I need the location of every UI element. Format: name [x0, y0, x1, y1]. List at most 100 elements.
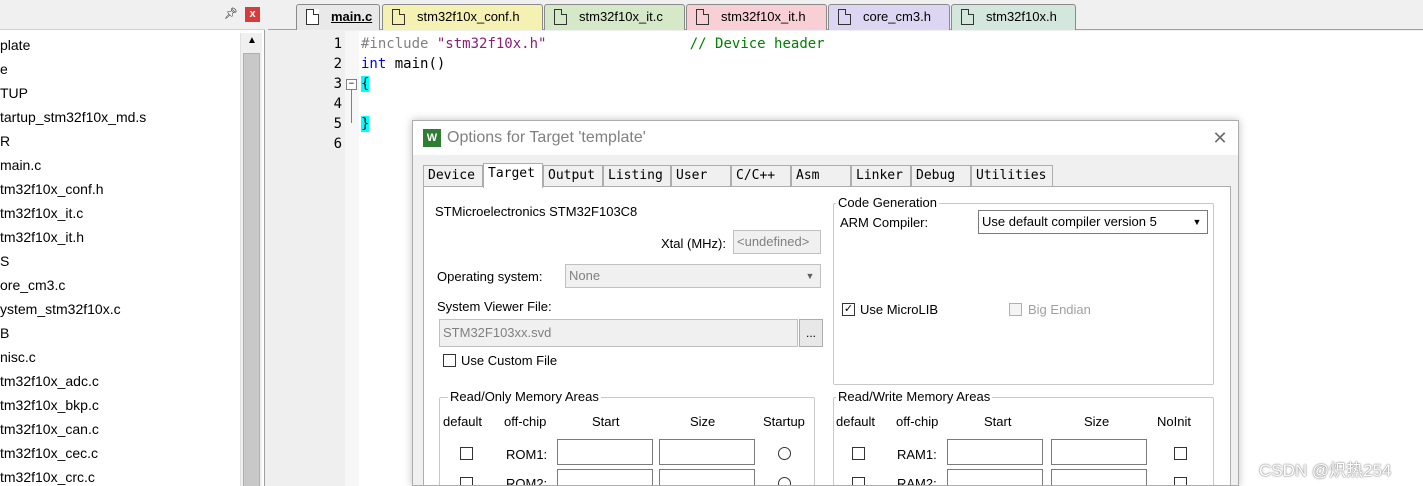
code-text: main(): [394, 56, 446, 72]
tree-item[interactable]: tm32f10x_it.c: [0, 202, 83, 224]
tab-output[interactable]: Output: [543, 165, 603, 187]
tree-item[interactable]: tm32f10x_crc.c: [0, 466, 95, 486]
chevron-down-icon: ▼: [805, 271, 815, 281]
tree-item[interactable]: e: [0, 58, 8, 80]
file-icon: [554, 9, 567, 25]
ram1-default-checkbox[interactable]: [852, 447, 865, 460]
ram1-size-input[interactable]: [1051, 439, 1147, 465]
tab-c-cpp[interactable]: C/C++: [731, 165, 791, 187]
project-panel-header: 📌︎ x: [0, 0, 265, 30]
rom1-startup-radio[interactable]: [778, 447, 791, 460]
tab-label: main.c: [331, 9, 373, 24]
custom-file-checkbox[interactable]: [443, 354, 456, 367]
svd-file-input[interactable]: STM32F103xx.svd: [439, 319, 798, 347]
column-header: Start: [592, 414, 620, 429]
tab-stm32f10x-h[interactable]: stm32f10x.h: [951, 4, 1076, 30]
rw-memory-group: Read/Write Memory Areas default off-chip…: [833, 389, 1214, 485]
tree-item[interactable]: nisc.c: [0, 346, 36, 368]
options-dialog: W Options for Target 'template' ✕ Device…: [412, 120, 1239, 486]
tab-asm[interactable]: Asm: [791, 165, 851, 187]
tab-target[interactable]: Target: [483, 163, 543, 188]
column-header: NoInit: [1157, 414, 1191, 429]
tree-item[interactable]: R: [0, 130, 10, 152]
tab-stm32f10x-conf-h[interactable]: stm32f10x_conf.h: [382, 4, 543, 30]
xtal-input[interactable]: <undefined>: [733, 230, 821, 254]
tab-stm32f10x-it-h[interactable]: stm32f10x_it.h: [686, 4, 827, 30]
tree-item[interactable]: B: [0, 322, 9, 344]
fold-guide-line: [351, 90, 352, 123]
rom2-start-input[interactable]: [557, 469, 653, 485]
tree-item[interactable]: tm32f10x_adc.c: [0, 370, 99, 392]
dialog-tab-strip: Device Target Output Listing User C/C++ …: [423, 163, 1233, 188]
target-tab-panel: STMicroelectronics STM32F103C8 Xtal (MHz…: [423, 186, 1231, 485]
fold-collapse-icon[interactable]: −: [346, 79, 357, 90]
tab-stm32f10x-it-c[interactable]: stm32f10x_it.c: [544, 4, 685, 30]
xtal-label: Xtal (MHz):: [661, 236, 726, 251]
file-icon: [392, 9, 405, 25]
ram2-start-input[interactable]: [947, 469, 1043, 485]
tree-item[interactable]: tm32f10x_it.h: [0, 226, 84, 248]
rom2-default-checkbox[interactable]: [460, 477, 473, 485]
tree-item[interactable]: tm32f10x_conf.h: [0, 178, 104, 200]
tab-utilities[interactable]: Utilities: [971, 165, 1053, 187]
rom2-startup-radio[interactable]: [778, 477, 791, 485]
rom1-default-checkbox[interactable]: [460, 447, 473, 460]
scroll-up-arrow-icon[interactable]: ▲: [243, 33, 261, 49]
arm-compiler-select[interactable]: Use default compiler version 5 ▼: [978, 210, 1208, 234]
ram2-default-checkbox[interactable]: [852, 477, 865, 485]
dialog-title: Options for Target 'template': [447, 129, 646, 146]
tree-item[interactable]: tartup_stm32f10x_md.s: [0, 106, 146, 128]
tree-item[interactable]: tm32f10x_cec.c: [0, 442, 98, 464]
os-label: Operating system:: [437, 269, 543, 284]
column-header: Start: [984, 414, 1012, 429]
file-icon: [961, 9, 974, 25]
pin-icon[interactable]: 📌︎: [224, 7, 238, 21]
tree-item[interactable]: TUP: [0, 82, 28, 104]
tree-item[interactable]: ystem_stm32f10x.c: [0, 298, 121, 320]
tree-item[interactable]: plate: [0, 34, 30, 56]
svd-browse-button[interactable]: ...: [799, 319, 823, 347]
tree-item[interactable]: tm32f10x_bkp.c: [0, 394, 99, 416]
code-line-3: {: [361, 74, 370, 94]
column-header: off-chip: [504, 414, 547, 429]
tree-item[interactable]: ore_cm3.c: [0, 274, 65, 296]
rom1-size-input[interactable]: [659, 439, 755, 465]
project-tree: plate e TUP tartup_stm32f10x_md.s R main…: [0, 33, 240, 486]
tree-item[interactable]: S: [0, 250, 9, 272]
ram2-size-input[interactable]: [1051, 469, 1147, 485]
device-name: STMicroelectronics STM32F103C8: [435, 204, 638, 219]
ro-memory-group: Read/Only Memory Areas default off-chip …: [439, 389, 815, 485]
tab-main-c[interactable]: main.c: [296, 4, 380, 30]
tab-user[interactable]: User: [671, 165, 731, 187]
watermark: CSDN @炽热254: [1259, 461, 1392, 480]
code-line-2: int main(): [361, 54, 445, 74]
tree-item[interactable]: main.c: [0, 154, 41, 176]
tree-item[interactable]: tm32f10x_can.c: [0, 418, 99, 440]
tab-listing[interactable]: Listing: [603, 165, 671, 187]
file-icon: [838, 9, 851, 25]
microlib-checkbox[interactable]: ✓: [842, 303, 855, 316]
tab-label: core_cm3.h: [863, 9, 931, 24]
tab-device[interactable]: Device: [423, 165, 483, 187]
code-generation-title: Code Generation: [836, 195, 940, 210]
keil-app-icon: W: [423, 129, 441, 147]
tab-core-cm3-h[interactable]: core_cm3.h: [828, 4, 950, 30]
scroll-thumb[interactable]: [243, 53, 260, 486]
tab-debug[interactable]: Debug: [911, 165, 971, 187]
rom1-start-input[interactable]: [557, 439, 653, 465]
dialog-close-icon[interactable]: ✕: [1209, 127, 1231, 149]
rom2-size-input[interactable]: [659, 469, 755, 485]
tab-label: stm32f10x_conf.h: [417, 9, 520, 24]
os-select[interactable]: None ▼: [565, 264, 821, 288]
tab-linker[interactable]: Linker: [851, 165, 911, 187]
dialog-titlebar[interactable]: W Options for Target 'template' ✕: [413, 121, 1238, 155]
rw-memory-title: Read/Write Memory Areas: [836, 389, 993, 404]
column-header: Size: [1084, 414, 1110, 429]
tree-scrollbar[interactable]: ▲: [240, 33, 262, 486]
ram1-start-input[interactable]: [947, 439, 1043, 465]
ram2-noinit-checkbox[interactable]: [1174, 477, 1187, 485]
panel-close-icon[interactable]: x: [245, 7, 260, 22]
file-icon: [306, 9, 319, 25]
ram1-noinit-checkbox[interactable]: [1174, 447, 1187, 460]
line-number: 6: [333, 136, 342, 152]
